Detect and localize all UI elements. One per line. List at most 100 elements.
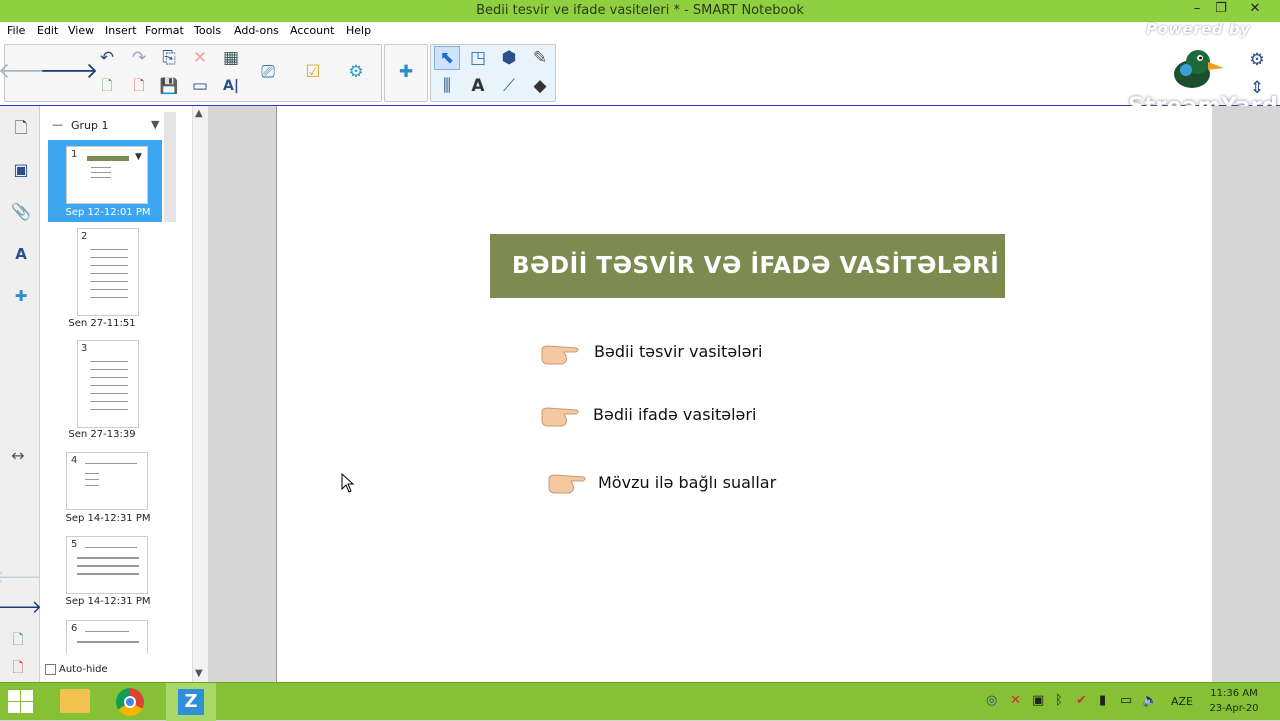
previous-page-icon[interactable]: 🡐	[0, 60, 57, 84]
delete-page-icon[interactable]: 🗋	[126, 74, 152, 98]
minimize-button[interactable]: –	[1184, 1, 1210, 16]
line-icon[interactable]: ⟋	[496, 74, 522, 98]
text-icon[interactable]: A	[465, 74, 491, 98]
sidebar-next-page-icon[interactable]: 🡒	[0, 596, 42, 620]
chrome-icon[interactable]	[116, 688, 144, 716]
table-icon[interactable]: ▦	[218, 46, 244, 70]
slide-heading[interactable]: BƏDİİ TƏSVİR VƏ İFADƏ VASİTƏLƏRİ	[490, 234, 1005, 298]
sidebar-prev-page-icon[interactable]: 🡐	[0, 566, 42, 590]
page-thumbnail-1[interactable]: 1 ▼	[66, 146, 148, 204]
file-explorer-icon[interactable]	[60, 689, 90, 713]
page-date: Sen 27-11:51	[68, 318, 136, 329]
properties-tab-icon[interactable]: A	[8, 242, 34, 266]
pointing-hand-icon	[541, 345, 579, 365]
page-thumbnail-6[interactable]: 6	[66, 620, 148, 654]
group-label: Grup 1	[71, 119, 109, 132]
menu-edit[interactable]: Edit	[37, 24, 58, 37]
page-sorter-tab-icon[interactable]: 🗋	[8, 116, 34, 140]
sidebar-add-page-icon[interactable]: 🗋	[5, 628, 31, 652]
page-number: 1	[71, 149, 78, 160]
tray-icon-2[interactable]: ✕	[1010, 693, 1021, 708]
menu-file[interactable]: File	[7, 24, 25, 37]
eraser-icon[interactable]: ◆	[527, 74, 553, 98]
sidebar-delete-page-icon[interactable]: 🗋	[5, 656, 31, 680]
response-icon[interactable]: ☑	[300, 60, 326, 84]
screen-shade-icon[interactable]: ▭	[187, 74, 213, 98]
add-page-icon[interactable]: 🗋	[94, 74, 120, 98]
attachments-tab-icon[interactable]: 📎	[8, 200, 34, 224]
battery-icon[interactable]: ▮	[1099, 693, 1106, 708]
page-thumbnail-2[interactable]: 2	[77, 228, 139, 316]
menu-addons[interactable]: Add-ons	[234, 24, 279, 37]
save-icon[interactable]: 💾	[156, 74, 182, 98]
page-thumbnail-5[interactable]: 5	[66, 536, 148, 594]
page-date: Sep 12-12:01 PM	[65, 207, 151, 218]
menu-account[interactable]: Account	[290, 24, 334, 37]
windows-start-icon[interactable]	[8, 690, 34, 714]
bullet-text-1[interactable]: Bədii təsvir vasitələri	[594, 342, 762, 361]
page-number: 6	[71, 623, 78, 634]
page-date: Sep 14-12:31 PM	[65, 596, 151, 607]
menu-view[interactable]: View	[68, 24, 94, 37]
shapes-icon[interactable]: ◳	[465, 46, 491, 70]
workspace-margin-left	[208, 106, 276, 682]
delete-icon[interactable]: ✕	[187, 46, 213, 70]
redo-icon[interactable]: ↷	[126, 46, 152, 70]
page-date: Sep 14-12:31 PM	[65, 513, 151, 524]
canvas-scrollbar[interactable]: ▲ ▼	[192, 106, 208, 682]
select-icon[interactable]: ⬉	[434, 46, 460, 70]
tray-icon-1[interactable]: ◎	[986, 693, 997, 708]
pens-icon[interactable]: ⫼	[434, 74, 460, 98]
page-thumbnail-4[interactable]: 4	[66, 452, 148, 510]
clock-date[interactable]: 23-Apr-20	[1206, 703, 1262, 714]
bluetooth-icon[interactable]: ᛒ	[1055, 693, 1063, 708]
clock-time[interactable]: 11:36 AM	[1208, 688, 1260, 699]
scroll-down-icon[interactable]: ▼	[195, 668, 203, 679]
gallery-tab-icon[interactable]: ▣	[8, 158, 34, 182]
bullet-text-3[interactable]: Mövzu ilə bağlı suallar	[598, 473, 776, 492]
menu-format[interactable]: Format	[145, 24, 184, 37]
paste-icon[interactable]: ⎘	[156, 46, 182, 70]
group-dropdown-icon[interactable]: ▼	[151, 118, 159, 131]
document-camera-icon[interactable]: ⎚	[255, 60, 281, 84]
fill-icon[interactable]: ⬢	[496, 46, 522, 70]
mouse-cursor-icon	[341, 473, 355, 493]
pointing-hand-icon	[548, 474, 586, 494]
undo-icon[interactable]: ↶	[94, 46, 120, 70]
next-page-icon[interactable]: 🡒	[40, 60, 99, 84]
menu-help[interactable]: Help	[346, 24, 371, 37]
volume-icon[interactable]: 🔈	[1142, 693, 1158, 708]
language-indicator[interactable]: AZE	[1171, 695, 1193, 708]
sidebar-scroll-thumb[interactable]	[164, 112, 176, 222]
close-button[interactable]: ✕	[1242, 1, 1268, 16]
pointing-hand-icon	[541, 407, 579, 427]
whiteboard-canvas[interactable]: BƏDİİ TƏSVİR VƏ İFADƏ VASİTƏLƏRİ Bədii t…	[276, 106, 1212, 682]
smart-notebook-task-button[interactable]: Z	[166, 683, 216, 721]
page-thumbnail-3[interactable]: 3	[77, 340, 139, 428]
magic-pen-icon[interactable]: ✎	[527, 46, 553, 70]
addons-tab-icon[interactable]: ✚	[8, 284, 34, 308]
settings-gear-icon[interactable]: ⚙	[1244, 48, 1270, 72]
autohide-checkbox[interactable]	[45, 664, 56, 675]
toolbar: 🡐 🡒 ↶ ↷ ⎘ ✕ ▦ 🗋 🗋 💾 ▭ A| ⎚ ☑ ⚙ ✚ ⬉ ◳ ⬢ ✎…	[0, 40, 1280, 106]
activity-builder-icon[interactable]: ⚙	[343, 60, 369, 84]
tray-icon-5[interactable]: ✔	[1076, 693, 1087, 708]
page-number: 3	[81, 343, 88, 354]
menu-tools[interactable]: Tools	[194, 24, 221, 37]
text-format-icon[interactable]: A|	[218, 74, 244, 98]
taskbar: Z ◎ ✕ ▣ ᛒ ✔ ▮ ▭ 🔈 AZE 11:36 AM 23-Apr-20	[0, 682, 1280, 721]
restore-button[interactable]: ❐	[1208, 1, 1234, 16]
page-menu-icon[interactable]: ▼	[135, 152, 142, 162]
group-collapse-icon[interactable]: —	[52, 118, 63, 131]
network-icon[interactable]: ▭	[1120, 693, 1132, 708]
tray-icon-3[interactable]: ▣	[1032, 693, 1044, 708]
move-sidebar-icon[interactable]: ↔	[5, 444, 31, 468]
duck-logo-icon	[1174, 50, 1224, 88]
menu-bar: File Edit View Insert Format Tools Add-o…	[0, 22, 1280, 40]
scroll-up-icon[interactable]: ▲	[195, 108, 203, 119]
autohide-label: Auto-hide	[59, 664, 108, 675]
menu-insert[interactable]: Insert	[105, 24, 137, 37]
addon-puzzle-icon[interactable]: ✚	[393, 60, 419, 84]
page-number: 5	[71, 539, 78, 550]
bullet-text-2[interactable]: Bədii ifadə vasitələri	[593, 405, 756, 424]
